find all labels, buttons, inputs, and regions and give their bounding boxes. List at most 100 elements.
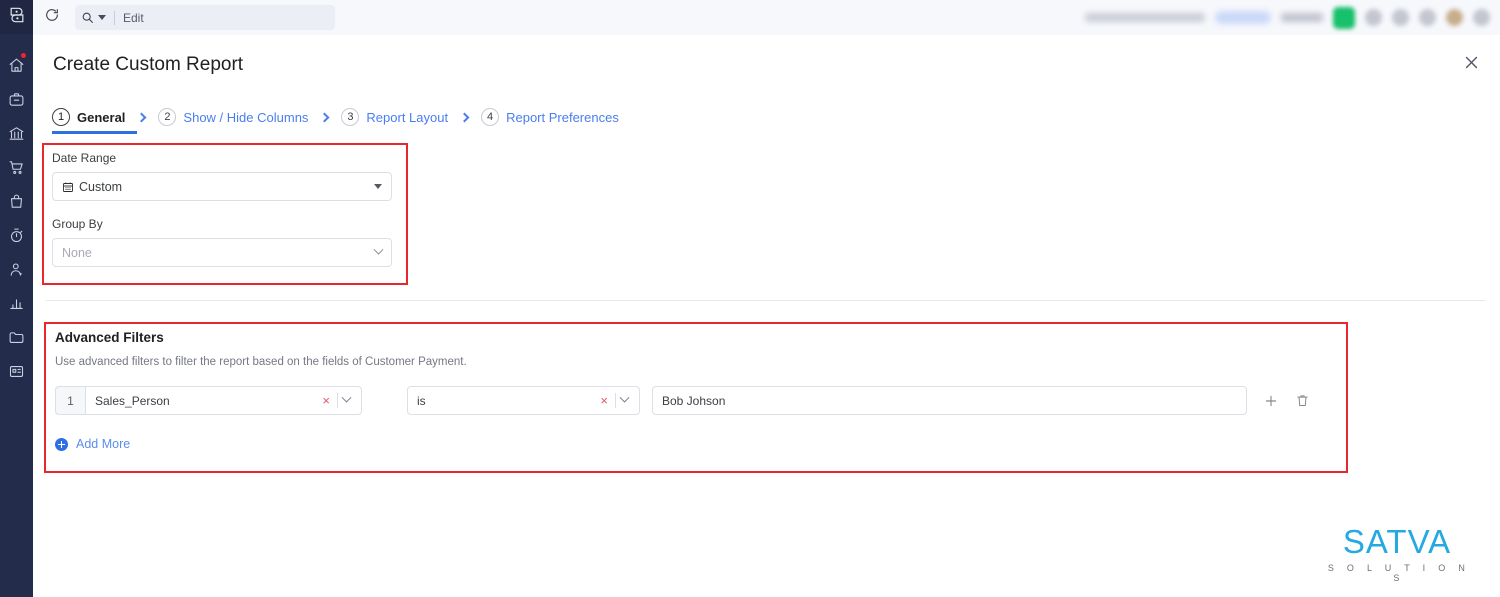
user-icon xyxy=(8,261,25,278)
sidebar-item-briefcase[interactable] xyxy=(0,82,33,116)
sidebar-item-stopwatch[interactable] xyxy=(0,218,33,252)
sidebar-item-shopping-bag[interactable] xyxy=(0,184,33,218)
tab-general[interactable]: 1 General xyxy=(52,101,125,133)
filter-value-input[interactable]: Bob Johson xyxy=(652,386,1247,415)
step-number: 3 xyxy=(341,108,360,126)
search-scope-caret-down-icon[interactable] xyxy=(98,15,106,20)
step-number: 1 xyxy=(52,108,70,126)
clear-x-icon[interactable]: × xyxy=(318,394,334,407)
tab-report-preferences[interactable]: 4 Report Preferences xyxy=(481,101,619,133)
filter-row-index: 1 xyxy=(55,386,85,415)
general-section: Date Range Custom Group By None xyxy=(52,151,392,267)
briefcase-icon xyxy=(8,91,25,108)
topbar-icon-1-redacted[interactable] xyxy=(1365,9,1382,26)
notification-badge xyxy=(20,52,27,59)
chevron-down-icon[interactable] xyxy=(341,392,352,403)
search-icon xyxy=(81,11,94,24)
wizard-stepper: 1 General 2 Show / Hide Columns 3 Report… xyxy=(52,101,619,133)
group-by-placeholder: None xyxy=(62,245,92,260)
refresh-icon xyxy=(44,7,60,28)
date-range-select[interactable]: Custom xyxy=(52,172,392,201)
refresh-button[interactable] xyxy=(33,0,71,35)
chevron-right-icon xyxy=(319,112,330,122)
chevron-right-icon xyxy=(136,112,147,122)
brand-logo-icon xyxy=(7,5,27,30)
chevron-down-icon[interactable] xyxy=(619,392,630,403)
step-number: 4 xyxy=(481,108,500,126)
add-more-button[interactable]: Add More xyxy=(55,437,130,451)
modal-header: Create Custom Report xyxy=(33,35,1500,95)
folder-icon xyxy=(8,329,25,346)
field-divider xyxy=(337,393,338,408)
step-label: Report Preferences xyxy=(506,109,619,125)
date-range-group: Date Range Custom xyxy=(52,151,392,201)
step-label: General xyxy=(77,109,126,125)
group-by-label: Group By xyxy=(52,217,103,231)
tab-show-hide-columns[interactable]: 2 Show / Hide Columns xyxy=(158,101,308,133)
tab-report-layout[interactable]: 3 Report Layout xyxy=(341,101,448,133)
topbar-icon-2-redacted[interactable] xyxy=(1392,9,1409,26)
search-bar[interactable]: Edit xyxy=(75,5,335,30)
close-button[interactable] xyxy=(1456,50,1486,80)
green-action-button-redacted[interactable] xyxy=(1333,6,1355,29)
sidebar-item-shopping-cart[interactable] xyxy=(0,150,33,184)
clear-x-icon[interactable]: × xyxy=(596,394,612,407)
advanced-filters-title: Advanced Filters xyxy=(55,330,164,345)
group-by-group: Group By None xyxy=(52,217,392,267)
operator-divider xyxy=(615,393,616,408)
filter-rows: 1 Sales_Person × is × Bob Johson xyxy=(55,386,1340,415)
sidebar-item-bar-chart[interactable] xyxy=(0,286,33,320)
filter-operator-value: is xyxy=(417,393,426,408)
delete-filter-row-button[interactable] xyxy=(1295,393,1310,408)
search-input[interactable]: Edit xyxy=(123,11,144,25)
sidebar-item-bank[interactable] xyxy=(0,116,33,150)
bank-icon xyxy=(8,125,25,142)
step-label: Report Layout xyxy=(366,109,449,125)
trash-icon xyxy=(1297,395,1308,406)
org-name-redacted xyxy=(1085,13,1205,22)
add-filter-row-button[interactable] xyxy=(1263,393,1279,409)
date-range-value: Custom xyxy=(79,179,123,194)
sidebar-item-folder[interactable] xyxy=(0,320,33,354)
filter-field-select[interactable]: Sales_Person × xyxy=(85,386,362,415)
active-tab-underline xyxy=(52,131,137,134)
topbar-icon-3-redacted[interactable] xyxy=(1419,9,1436,26)
satva-tagline: S O L U T I O N S xyxy=(1327,563,1471,583)
step-number: 2 xyxy=(158,108,177,126)
topbar-icon-4-redacted[interactable] xyxy=(1473,9,1490,26)
close-icon xyxy=(1463,54,1480,76)
plus-icon xyxy=(1265,395,1277,406)
section-divider xyxy=(46,300,1486,301)
top-bar: Edit xyxy=(33,0,1500,35)
plus-circle-icon xyxy=(55,437,68,451)
satva-wordmark: SATVA xyxy=(1342,523,1452,560)
sidebar-item-home[interactable] xyxy=(0,48,33,82)
advanced-filters-section: Advanced Filters Use advanced filters to… xyxy=(55,330,1340,451)
stopwatch-icon xyxy=(8,227,25,244)
step-label: Show / Hide Columns xyxy=(183,109,309,125)
filter-field-value: Sales_Person xyxy=(95,393,170,408)
sidebar-item-document-card[interactable] xyxy=(0,354,33,388)
filter-value-text: Bob Johson xyxy=(662,393,726,408)
left-sidebar xyxy=(0,0,33,597)
add-more-label: Add More xyxy=(76,437,131,451)
menu-redacted xyxy=(1281,13,1323,22)
document-card-icon xyxy=(8,363,25,380)
filter-row-actions xyxy=(1263,393,1310,409)
sidebar-item-user[interactable] xyxy=(0,252,33,286)
bar-chart-icon xyxy=(8,295,25,312)
table-row: 1 Sales_Person × is × Bob Johson xyxy=(55,386,1340,415)
page-title: Create Custom Report xyxy=(53,54,244,75)
calendar-icon xyxy=(62,181,74,193)
topbar-right-cluster xyxy=(1085,6,1500,29)
satva-logo: SATVA S O L U T I O N S xyxy=(1322,525,1472,583)
advanced-filters-description: Use advanced filters to filter the repor… xyxy=(55,356,467,368)
caret-down-icon xyxy=(374,184,382,189)
shopping-bag-icon xyxy=(8,193,25,210)
filter-operator-select[interactable]: is × xyxy=(407,386,640,415)
search-divider xyxy=(114,10,115,25)
brand-logo[interactable] xyxy=(0,0,33,34)
chevron-right-icon xyxy=(459,112,470,122)
avatar[interactable] xyxy=(1446,9,1463,26)
group-by-select[interactable]: None xyxy=(52,238,392,267)
